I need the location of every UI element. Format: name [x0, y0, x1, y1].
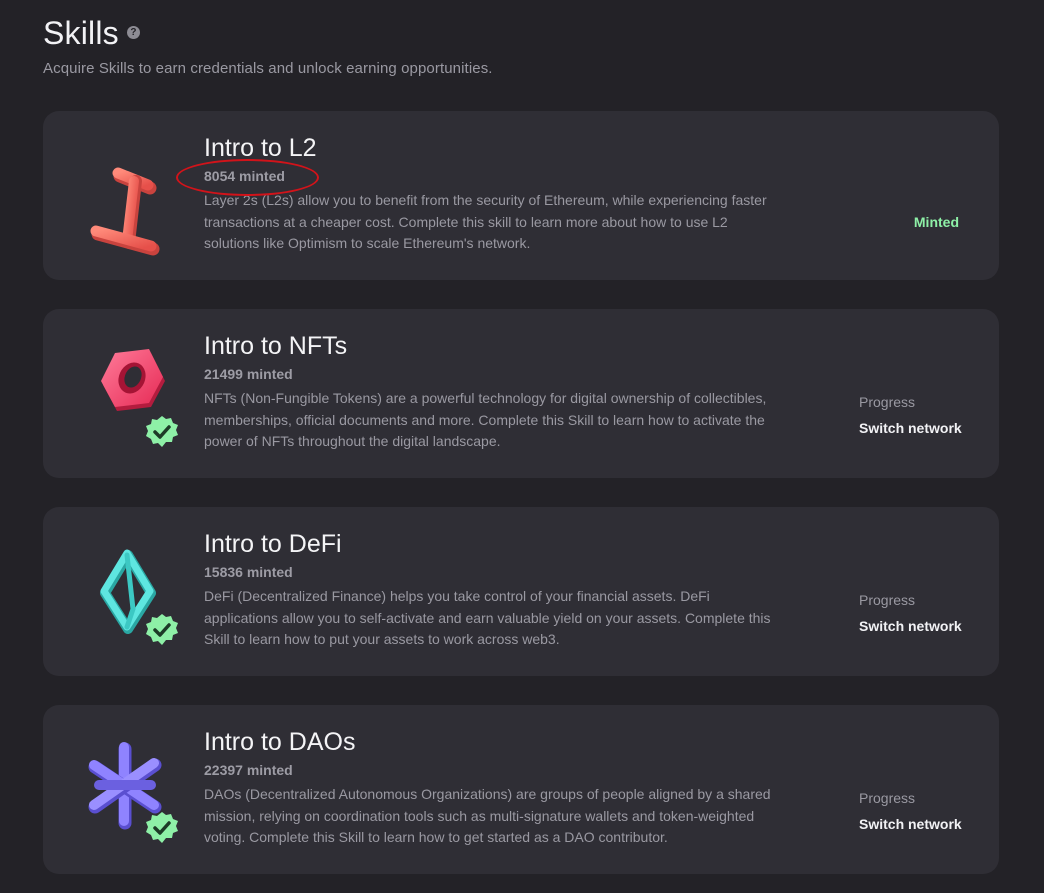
completed-check-icon [145, 811, 179, 845]
skill-title: Intro to L2 [204, 134, 317, 162]
switch-network-button[interactable]: Switch network [859, 419, 962, 437]
switch-network-button[interactable]: Switch network [859, 815, 962, 833]
skills-page: Skills ? Acquire Skills to earn credenti… [0, 0, 1044, 893]
progress-block: Progress Switch network [859, 789, 962, 833]
progress-label: Progress [859, 394, 916, 410]
skill-card-nfts[interactable]: Intro to NFTs 21499 minted NFTs (Non-Fun… [43, 309, 999, 478]
skill-info: Intro to L2 8054 minted Layer 2s (L2s) a… [204, 133, 784, 255]
skill-info: Intro to DAOs 22397 minted DAOs (Decentr… [204, 727, 784, 849]
skill-title: Intro to NFTs [204, 332, 348, 360]
skill-info: Intro to NFTs 21499 minted NFTs (Non-Fun… [204, 331, 784, 453]
page-title: Skills [43, 15, 119, 51]
minted-status: Minted [913, 214, 959, 230]
skill-title: Intro to DAOs [204, 728, 356, 756]
skill-description: NFTs (Non-Fungible Tokens) are a powerfu… [204, 390, 767, 449]
skill-description: DeFi (Decentralized Finance) helps you t… [204, 588, 771, 647]
progress-block: Progress Switch network [859, 591, 962, 635]
highlight-annotation-oval [176, 159, 319, 196]
skill-card-defi[interactable]: Intro to DeFi 15836 minted DeFi (Decentr… [43, 507, 999, 676]
skill-description: DAOs (Decentralized Autonomous Organizat… [204, 786, 771, 845]
minted-count: 22397 minted [204, 762, 293, 778]
switch-network-button[interactable]: Switch network [859, 617, 962, 635]
skill-card-l2[interactable]: Intro to L2 8054 minted Layer 2s (L2s) a… [43, 111, 999, 280]
skill-description: Layer 2s (L2s) allow you to benefit from… [204, 192, 767, 251]
page-header: Skills ? Acquire Skills to earn credenti… [43, 12, 493, 77]
help-icon[interactable]: ? [126, 25, 140, 39]
title-row: Skills ? [43, 12, 493, 54]
skill-card-daos[interactable]: Intro to DAOs 22397 minted DAOs (Decentr… [43, 705, 999, 874]
l2-beam-icon [73, 141, 193, 261]
minted-count: 21499 minted [204, 366, 293, 382]
progress-label: Progress [859, 790, 916, 806]
minted-count: 15836 minted [204, 564, 293, 580]
progress-label: Progress [859, 592, 916, 608]
skill-info: Intro to DeFi 15836 minted DeFi (Decentr… [204, 529, 784, 651]
skill-title: Intro to DeFi [204, 530, 342, 558]
progress-block: Progress Switch network [859, 393, 962, 437]
page-subtitle: Acquire Skills to earn credentials and u… [43, 60, 493, 77]
completed-check-icon [145, 415, 179, 449]
completed-check-icon [145, 613, 179, 647]
